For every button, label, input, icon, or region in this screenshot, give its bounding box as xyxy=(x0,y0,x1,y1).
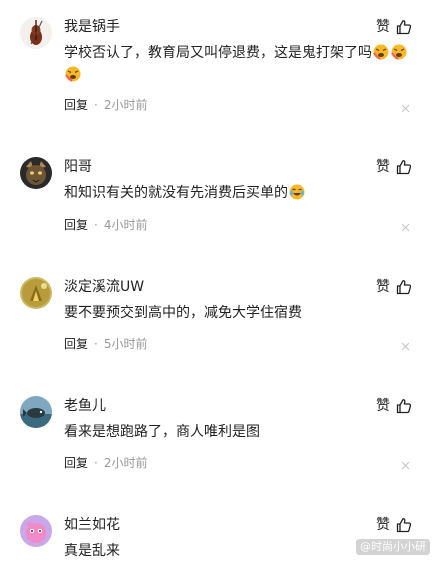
like-label: 赞 xyxy=(376,159,390,175)
avatar[interactable] xyxy=(20,277,52,309)
like-label: 赞 xyxy=(376,279,390,295)
comment-meta: 回复 · 2小时前 xyxy=(64,97,147,113)
close-icon[interactable] xyxy=(401,342,410,351)
comment-text-body: 学校否认了，教育局又叫停退费，这是鬼打架了吗 xyxy=(64,45,372,61)
comment-meta: 回复 · 4小时前 xyxy=(64,217,147,233)
avatar[interactable] xyxy=(20,17,52,49)
like-label: 赞 xyxy=(376,398,390,414)
avatar[interactable] xyxy=(20,157,52,189)
separator-dot: · xyxy=(94,218,98,232)
fail-icon xyxy=(373,44,389,60)
reply-button[interactable]: 回复 xyxy=(64,455,88,471)
timestamp: 4小时前 xyxy=(103,218,148,232)
avatar[interactable] xyxy=(20,515,52,547)
comment-text: 学校否认了，教育局又叫停退费，这是鬼打架了吗 xyxy=(64,42,414,86)
timestamp: 2小时前 xyxy=(103,98,148,112)
close-icon[interactable] xyxy=(401,104,410,113)
like-button[interactable]: 赞 xyxy=(376,157,412,177)
like-button[interactable]: 赞 xyxy=(376,515,412,535)
like-button[interactable]: 赞 xyxy=(376,277,412,297)
username[interactable]: 阳哥 xyxy=(64,158,92,176)
fail-icon xyxy=(65,66,81,82)
like-label: 赞 xyxy=(376,517,390,533)
reply-button[interactable]: 回复 xyxy=(64,97,88,113)
like-button[interactable]: 赞 xyxy=(376,396,412,416)
comment-text-body: 和知识有关的就没有先消费后买单的 xyxy=(64,185,288,201)
timestamp: 2小时前 xyxy=(103,456,148,470)
username[interactable]: 我是锅手 xyxy=(64,18,120,36)
comment-meta: 回复 · 5小时前 xyxy=(64,336,147,352)
username[interactable]: 如兰如花 xyxy=(64,516,120,534)
timestamp: 5小时前 xyxy=(103,337,148,351)
username[interactable]: 老鱼儿 xyxy=(64,397,106,415)
thumbs-up-icon xyxy=(396,399,412,414)
thumbs-up-icon xyxy=(396,280,412,295)
comment-text: 要不要预交到高中的，减免大学住宿费 xyxy=(64,305,302,321)
fail-icon xyxy=(391,44,407,60)
watermark: @时尚小小研 xyxy=(356,539,430,555)
thumbs-up-icon xyxy=(396,160,412,175)
laugh-cry-icon xyxy=(289,184,305,200)
like-button[interactable]: 赞 xyxy=(376,17,412,37)
close-icon[interactable] xyxy=(401,461,410,470)
separator-dot: · xyxy=(94,337,98,351)
close-icon[interactable] xyxy=(401,223,410,232)
separator-dot: · xyxy=(94,98,98,112)
like-label: 赞 xyxy=(376,19,390,35)
comment-meta: 回复 · 2小时前 xyxy=(64,455,147,471)
thumbs-up-icon xyxy=(396,20,412,35)
username[interactable]: 淡定溪流UW xyxy=(64,278,144,296)
comment-text: 和知识有关的就没有先消费后买单的 xyxy=(64,182,414,204)
comment-text: 看来是想跑路了，商人唯利是图 xyxy=(64,424,260,440)
thumbs-up-icon xyxy=(396,518,412,533)
separator-dot: · xyxy=(94,456,98,470)
reply-button[interactable]: 回复 xyxy=(64,217,88,233)
reply-button[interactable]: 回复 xyxy=(64,336,88,352)
avatar[interactable] xyxy=(20,396,52,428)
